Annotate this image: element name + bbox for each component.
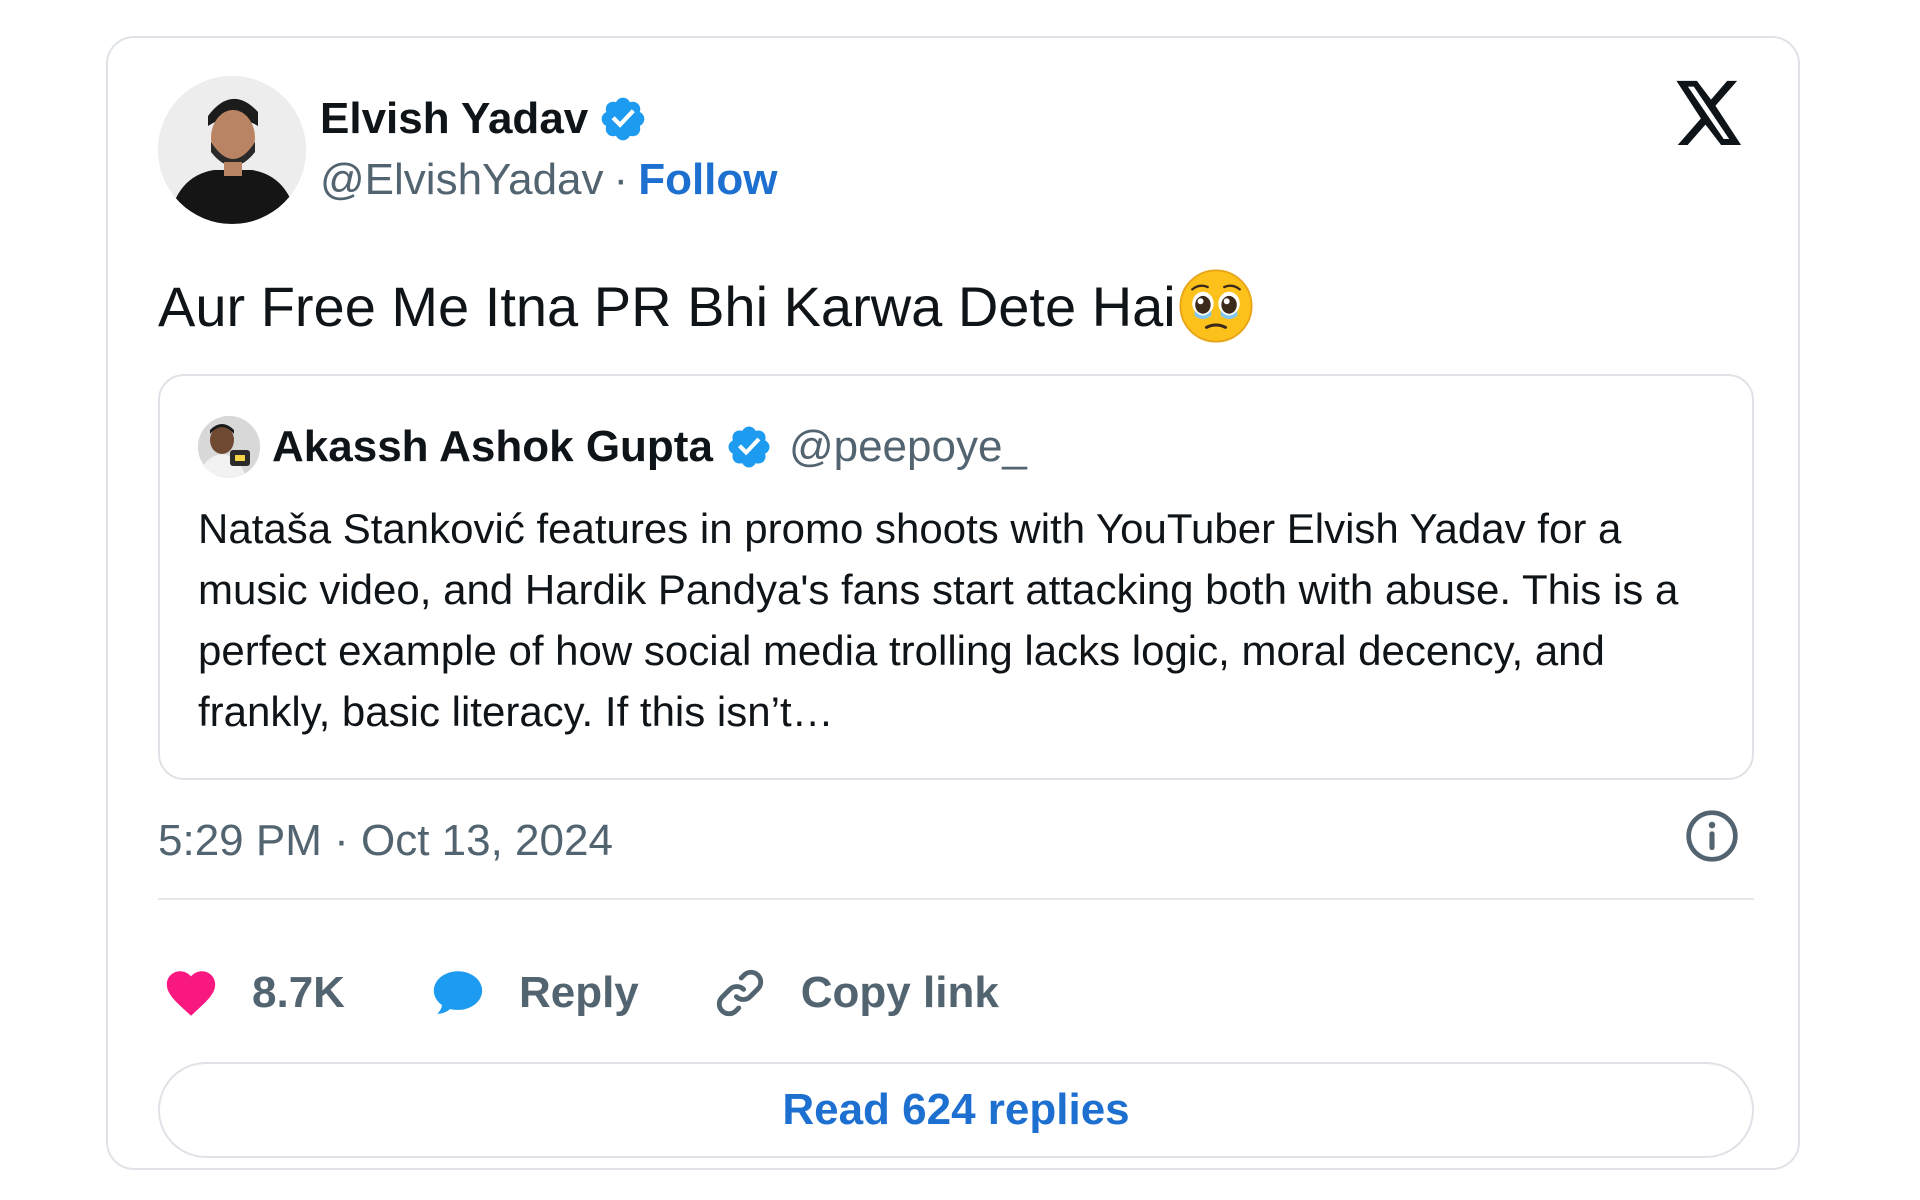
quoted-tweet[interactable]: Akassh Ashok Gupta @peepoye_ Nataša Stan…: [158, 374, 1754, 780]
author-display-name[interactable]: Elvish Yadav: [320, 94, 588, 144]
tweet-text-content: Aur Free Me Itna PR Bhi Karwa Dete Hai: [158, 274, 1176, 338]
heart-icon: [166, 971, 216, 1016]
reply-button[interactable]: Reply: [429, 964, 639, 1022]
verified-badge-icon: [728, 426, 770, 468]
pleading-face-emoji-icon: [1179, 269, 1253, 343]
divider: [158, 898, 1754, 900]
follow-button[interactable]: Follow: [638, 155, 777, 205]
handle-row: @ElvishYadav · Follow: [320, 149, 778, 211]
quoted-tweet-text: Nataša Stanković features in promo shoot…: [198, 505, 1679, 735]
read-replies-button[interactable]: Read 624 replies: [158, 1062, 1754, 1158]
link-icon: [716, 969, 763, 1017]
separator-dot: ·: [613, 155, 629, 204]
tweet-header: Elvish Yadav @ElvishYadav · Follow: [158, 76, 778, 224]
author-names: Elvish Yadav @ElvishYadav · Follow: [320, 89, 778, 211]
like-button[interactable]: 8.7K: [162, 964, 345, 1022]
quoted-author-handle[interactable]: @peepoye_: [789, 422, 1027, 472]
copy-link-label: Copy link: [800, 968, 999, 1017]
tweet-text: Aur Free Me Itna PR Bhi Karwa Dete Hai: [158, 268, 1254, 344]
info-icon[interactable]: [1684, 808, 1740, 864]
verified-badge-icon: [601, 97, 645, 141]
tweet-timestamp[interactable]: 5:29 PM · Oct 13, 2024: [158, 816, 613, 866]
quoted-author-avatar[interactable]: [198, 416, 260, 478]
speech-bubble-icon: [433, 971, 483, 1014]
author-handle[interactable]: @ElvishYadav: [320, 155, 604, 205]
like-count: 8.7K: [252, 968, 345, 1017]
tweet-embed-card: Elvish Yadav @ElvishYadav · Follow Aur F…: [106, 36, 1800, 1170]
reply-label: Reply: [518, 968, 639, 1017]
display-name-row: Elvish Yadav: [320, 89, 778, 149]
quoted-tweet-header: Akassh Ashok Gupta @peepoye_: [198, 416, 1027, 478]
x-logo-icon[interactable]: [1674, 80, 1744, 146]
action-bar: 8.7K Reply Copy link: [162, 964, 999, 1022]
author-avatar[interactable]: [158, 76, 306, 224]
quoted-author-display-name[interactable]: Akassh Ashok Gupta: [272, 422, 713, 472]
copy-link-button[interactable]: Copy link: [711, 964, 999, 1022]
